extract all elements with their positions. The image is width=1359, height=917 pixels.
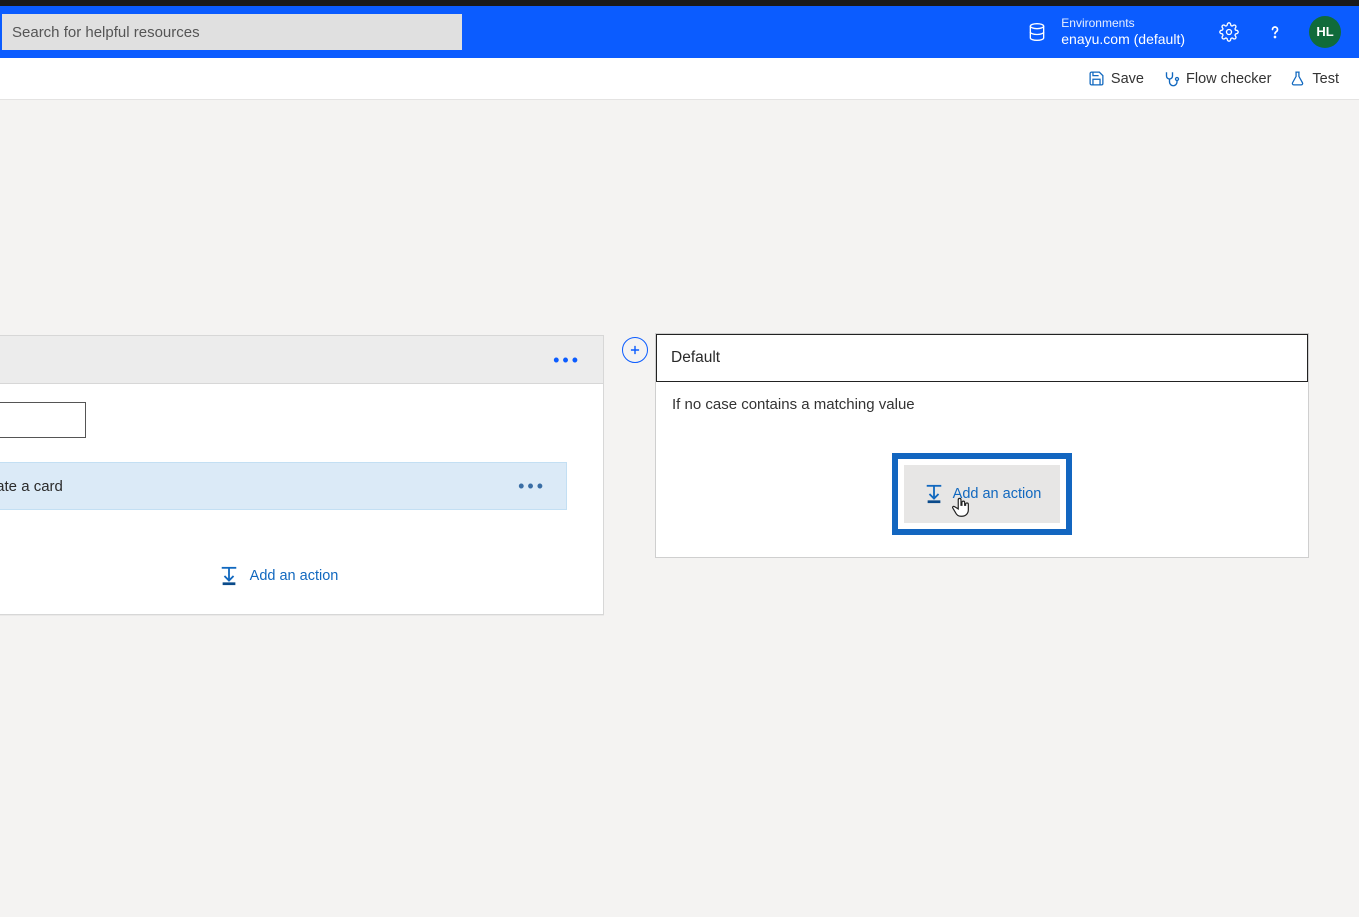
help-icon[interactable] [1263, 20, 1287, 44]
case-value-input[interactable] [0, 402, 86, 438]
flow-checker-button[interactable]: Flow checker [1162, 70, 1271, 88]
environment-name: enayu.com (default) [1061, 31, 1185, 47]
add-action-button-default[interactable]: Add an action [904, 465, 1060, 523]
add-action-icon [218, 566, 240, 586]
environments-label: Environments [1061, 17, 1185, 31]
default-description: If no case contains a matching value [672, 396, 1292, 413]
default-header[interactable]: Default [656, 334, 1308, 382]
tutorial-highlight-frame: Add an action [892, 453, 1072, 535]
flask-icon [1289, 70, 1306, 87]
avatar[interactable]: HL [1309, 16, 1341, 48]
add-action-label: Add an action [953, 486, 1042, 502]
case-header[interactable]: ••• [0, 336, 603, 384]
save-button[interactable]: Save [1088, 70, 1144, 87]
database-icon [1025, 20, 1049, 44]
flow-checker-label: Flow checker [1186, 71, 1271, 87]
add-action-icon [923, 484, 945, 504]
avatar-initials: HL [1316, 24, 1333, 39]
save-label: Save [1111, 71, 1144, 87]
add-action-label: Add an action [250, 568, 339, 584]
flow-canvas[interactable]: ••• Create a card ••• Add an action [0, 100, 1359, 917]
settings-icon[interactable] [1217, 20, 1241, 44]
save-icon [1088, 70, 1105, 87]
search-input[interactable] [2, 14, 462, 50]
stethoscope-icon [1162, 70, 1180, 88]
command-bar: Save Flow checker Test [0, 58, 1359, 100]
test-label: Test [1312, 71, 1339, 87]
app-header: Environments enayu.com (default) HL [0, 6, 1359, 58]
default-card: Default If no case contains a matching v… [655, 333, 1309, 558]
plus-icon [628, 343, 642, 357]
add-case-button[interactable] [622, 337, 648, 363]
environment-picker[interactable]: Environments enayu.com (default) [1015, 13, 1195, 51]
case-action-row[interactable]: Create a card ••• [0, 462, 567, 510]
add-action-link-case[interactable]: Add an action [0, 566, 585, 586]
case-action-label: Create a card [0, 478, 63, 495]
test-button[interactable]: Test [1289, 70, 1339, 87]
case-card: ••• Create a card ••• Add an action [0, 335, 604, 615]
default-title: Default [671, 349, 720, 367]
